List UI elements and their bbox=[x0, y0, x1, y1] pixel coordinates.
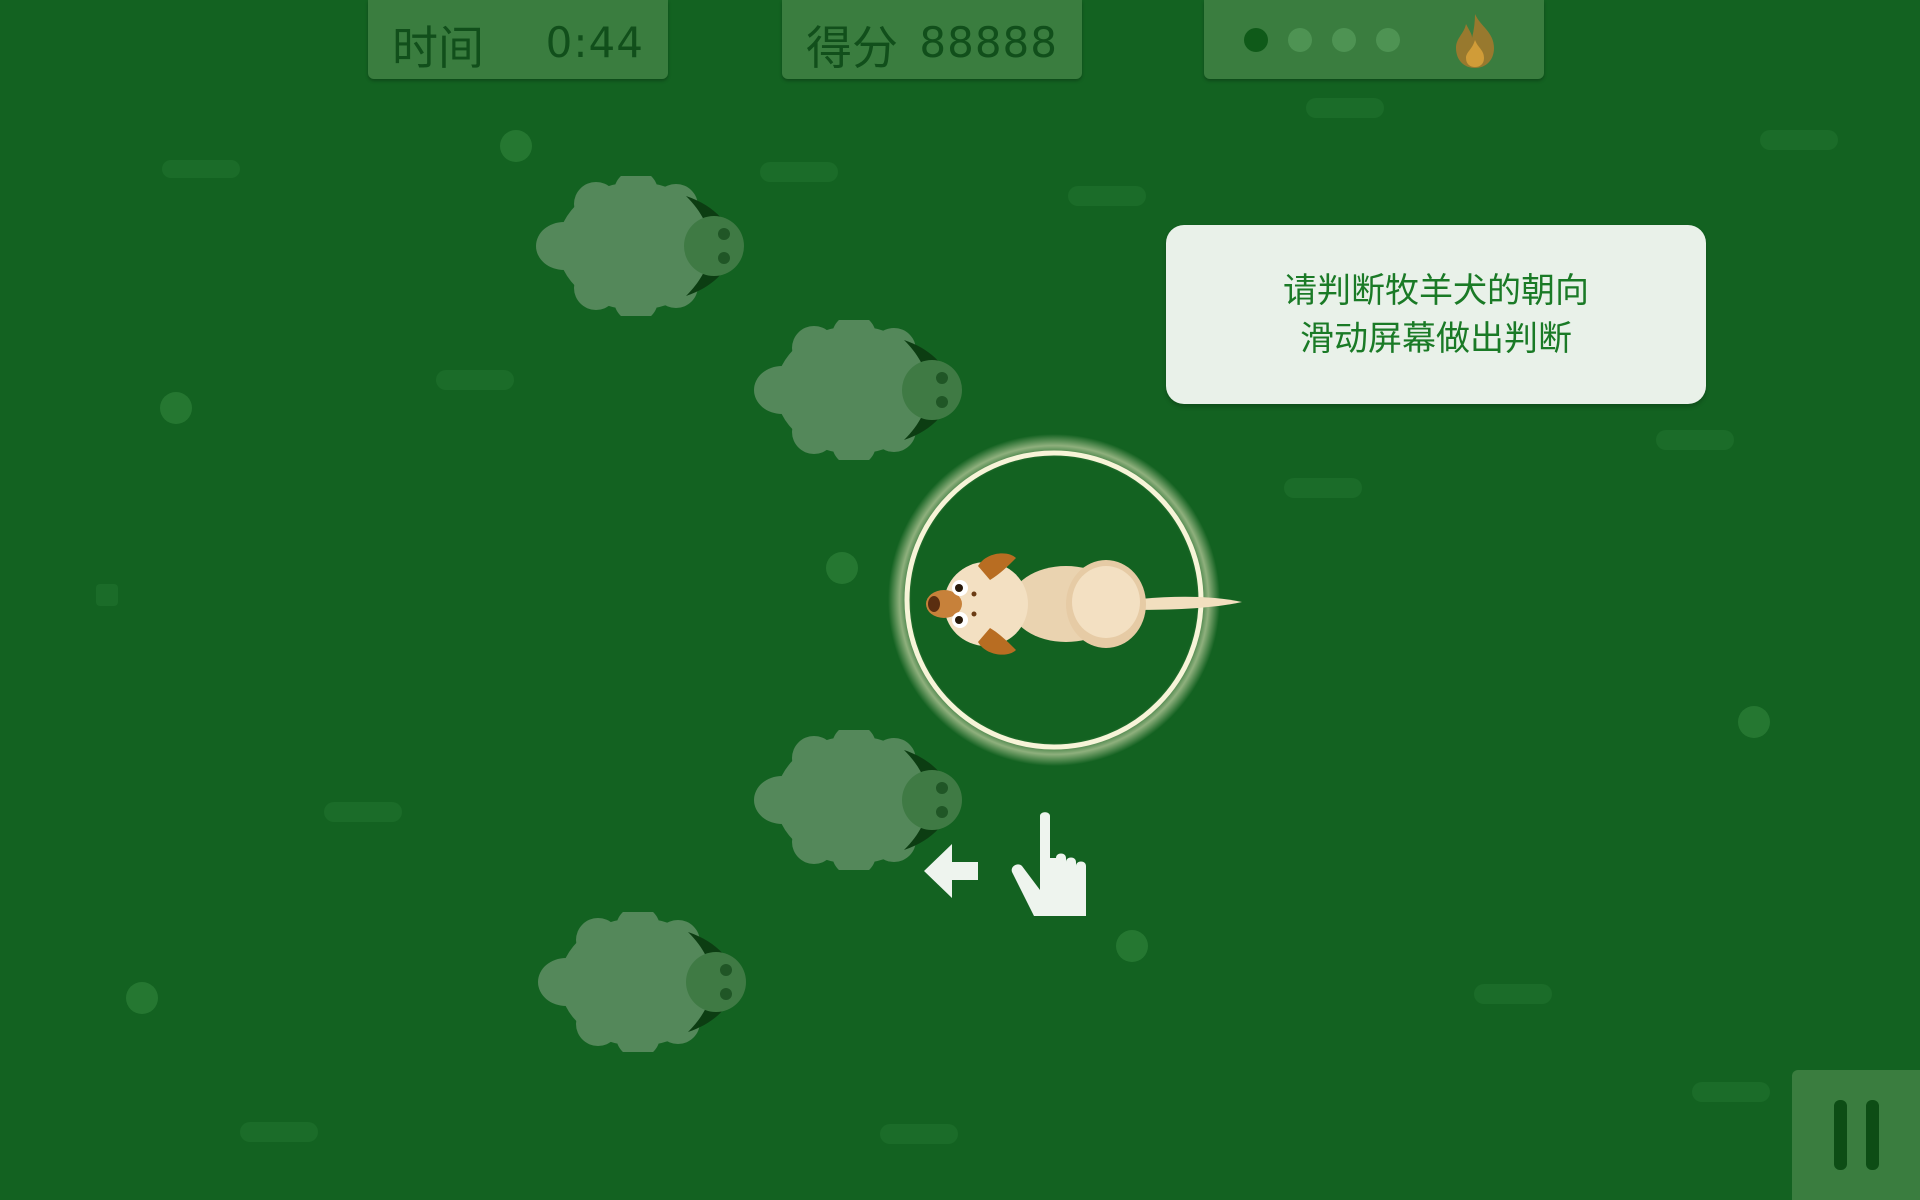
sheepdog bbox=[926, 553, 1242, 655]
time-value: 0:44 bbox=[545, 18, 644, 67]
pause-icon bbox=[1866, 1100, 1879, 1170]
sheep bbox=[536, 176, 744, 316]
score-panel: 得分 88888 bbox=[782, 0, 1082, 79]
pause-icon bbox=[1834, 1100, 1847, 1170]
pointing-hand-icon bbox=[1011, 812, 1086, 916]
score-value: 88888 bbox=[919, 18, 1058, 67]
game-stage[interactable]: 时间 0:44 得分 88888 请判断牧羊犬的朝向 滑动屏幕做出判断 bbox=[0, 0, 1920, 1200]
arrow-left-icon bbox=[924, 844, 978, 898]
score-label: 得分 bbox=[806, 21, 898, 75]
pause-button[interactable] bbox=[1792, 1070, 1920, 1200]
instruction-line-2: 滑动屏幕做出判断 bbox=[1300, 319, 1572, 359]
time-label: 时间 bbox=[392, 21, 484, 75]
flame-icon bbox=[1456, 14, 1494, 68]
streak-panel bbox=[1204, 0, 1544, 79]
streak-dot bbox=[1332, 28, 1356, 52]
time-panel: 时间 0:44 bbox=[368, 0, 668, 79]
instruction-line-1: 请判断牧羊犬的朝向 bbox=[1283, 271, 1589, 311]
streak-dot bbox=[1376, 28, 1400, 52]
streak-dot bbox=[1244, 28, 1268, 52]
streak-dot bbox=[1288, 28, 1312, 52]
instruction-tooltip: 请判断牧羊犬的朝向 滑动屏幕做出判断 bbox=[1166, 225, 1706, 404]
streak-dots bbox=[1244, 28, 1400, 52]
sheep bbox=[538, 912, 746, 1052]
